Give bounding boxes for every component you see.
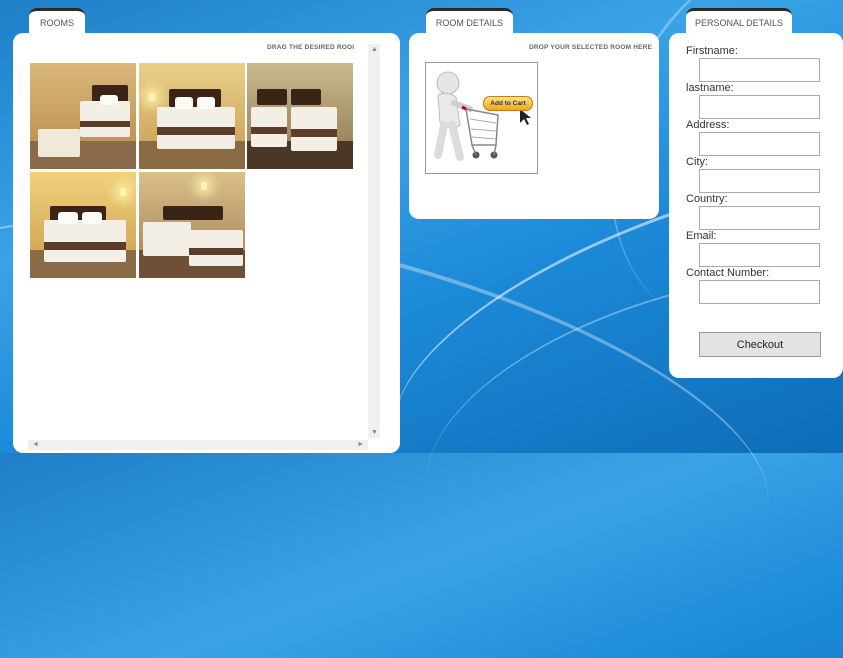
drop-zone-hint: DROP YOUR SELECTED ROOM HERE [529,44,653,51]
scroll-up-icon[interactable]: ▲ [371,46,378,53]
scroll-right-icon[interactable]: ► [357,441,364,448]
country-label: Country: [686,193,728,205]
tab-room-details-label: ROOM DETAILS [435,17,504,28]
city-label: City: [686,156,708,168]
lastname-label: lastname: [686,82,734,94]
room-thumbnail-1[interactable] [30,63,136,169]
city-input[interactable] [699,169,820,193]
room-thumbnail-4[interactable] [30,172,136,278]
email-label: Email: [686,230,717,242]
country-input[interactable] [699,206,820,230]
contact-number-input[interactable] [699,280,820,304]
rooms-drag-hint: DRAG THE DESIRED ROOI [267,44,355,51]
shopping-cart-figure-icon [434,71,531,161]
rooms-vertical-scrollbar[interactable]: ▲ ▼ [368,44,380,438]
email-input[interactable] [699,243,820,267]
rooms-horizontal-scrollbar[interactable]: ◄ ► [28,440,368,450]
contact-number-label: Contact Number: [686,267,770,279]
address-label: Address: [686,119,730,131]
tab-rooms[interactable]: ROOMS [29,8,85,34]
firstname-label: Firstname: [686,45,738,57]
add-to-cart-button[interactable]: Add to Cart [483,96,533,111]
tab-personal-details[interactable]: PERSONAL DETAILS [686,8,792,34]
scroll-left-icon[interactable]: ◄ [32,441,39,448]
tab-room-details[interactable]: ROOM DETAILS [426,8,513,34]
firstname-input[interactable] [699,58,820,82]
lastname-input[interactable] [699,95,820,119]
tab-rooms-label: ROOMS [39,17,74,28]
address-input[interactable] [699,132,820,156]
checkout-button[interactable]: Checkout [699,332,821,357]
room-thumbnail-2[interactable] [139,63,245,169]
room-thumbnail-3[interactable] [247,63,353,169]
cart-drop-zone[interactable]: Add to Cart [425,62,538,174]
scroll-down-icon[interactable]: ▼ [371,429,378,436]
room-thumbnail-5[interactable] [139,172,245,278]
tab-personal-details-label: PERSONAL DETAILS [694,17,784,28]
